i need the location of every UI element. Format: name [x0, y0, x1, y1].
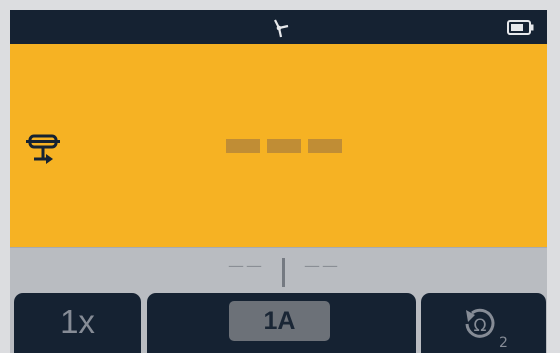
- signal-icon: [274, 19, 289, 38]
- readout-dash: [308, 139, 342, 153]
- status-bar: [10, 10, 547, 44]
- range-selected-pill: 1A: [229, 301, 330, 341]
- readout-dash: [267, 139, 301, 153]
- readout-dash: [226, 139, 260, 153]
- zero-icon-subscript: 2: [499, 335, 508, 351]
- secondary-display: —— ——: [10, 247, 547, 293]
- softkey-bar: 1x 1A Ω 2: [10, 293, 547, 353]
- svg-text:Ω: Ω: [474, 316, 487, 336]
- secondary-divider: [282, 258, 285, 287]
- softkey-multiplier[interactable]: 1x: [14, 293, 141, 353]
- meter-screen: —— —— 1x 1A Ω 2: [10, 10, 547, 353]
- primary-readout-dashes: [226, 139, 342, 153]
- softkey-multiplier-label: 1x: [60, 303, 95, 340]
- secondary-readout-right: ——: [304, 256, 340, 275]
- mode-icon: [26, 134, 60, 164]
- softkey-zero[interactable]: Ω 2: [421, 293, 546, 353]
- softkey-range[interactable]: 1A: [147, 293, 416, 353]
- main-display: [10, 44, 547, 247]
- battery-icon: [507, 20, 534, 35]
- secondary-readout-left: ——: [228, 256, 264, 275]
- zero-icon: Ω 2: [465, 308, 508, 351]
